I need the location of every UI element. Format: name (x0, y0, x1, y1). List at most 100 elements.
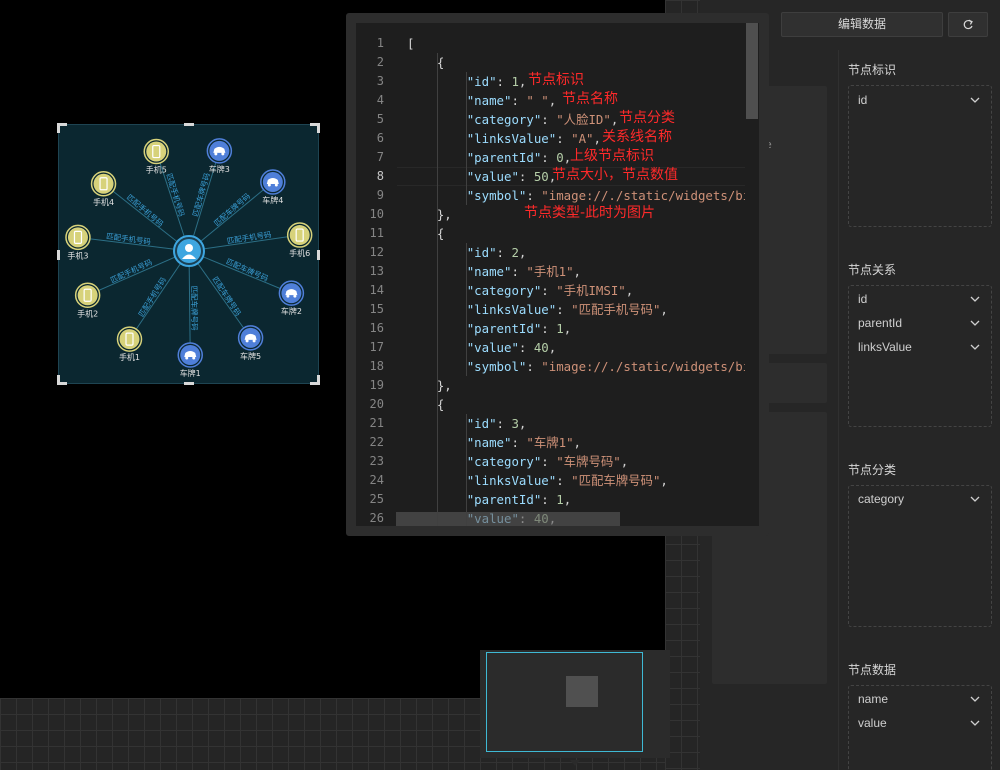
code-line: { (407, 397, 445, 412)
graph-link-label: 匹配车牌号码 (212, 190, 253, 228)
car-wheel (245, 339, 249, 343)
line-number-gutter: 1 2 3 4 5 6 7 8 9 10 11 12 13 14 15 16 17 18 19 20 21 22 23 24 2… (356, 23, 396, 526)
phone-node-fill (119, 329, 140, 350)
field-chip-linksvalue[interactable]: linksValue (849, 335, 991, 359)
code-line: "name": "车牌1", (466, 435, 582, 450)
code-line: "category": "手机IMSI", (466, 283, 634, 298)
section-label-node-id: 节点标识 (848, 63, 897, 77)
code-line: { (407, 55, 445, 70)
indent-guide (466, 243, 467, 376)
field-chip-name[interactable]: name (849, 687, 991, 711)
code-line: "parentId": 1, (466, 321, 572, 336)
line-number: 15 (369, 302, 384, 316)
minimap-pointer (570, 760, 580, 766)
annotation-label: 节点大小，节点数值 (552, 167, 678, 183)
code-line: "value": 40, (466, 340, 557, 355)
relation-graph: 匹配手机号码 匹配车牌号码 匹配车牌号码匹配手机号码匹配车牌号码匹配车牌号码匹配车牌… (65, 138, 313, 378)
graph-link-label: 匹配手机号码 (136, 275, 169, 319)
line-number: 7 (376, 150, 384, 164)
edit-data-button[interactable]: 编辑数据 (781, 12, 943, 37)
vertical-scrollbar[interactable] (745, 23, 759, 526)
line-number: 3 (376, 74, 384, 88)
line-number: 1 (376, 36, 384, 50)
graph-node-label: 手机1 (119, 352, 140, 362)
car-wheel (286, 294, 290, 298)
line-number: 13 (369, 264, 384, 278)
resize-handle-top-left[interactable] (57, 123, 67, 133)
resize-handle-left[interactable] (57, 250, 60, 260)
minimap-widget-thumb (566, 676, 598, 707)
car-wheel (185, 356, 189, 360)
car-wheel (293, 294, 297, 298)
field-chip-id[interactable]: id (849, 88, 991, 112)
line-number: 23 (369, 454, 384, 468)
json-code-editor[interactable]: 1 2 3 4 5 6 7 8 9 10 11 12 13 14 15 16 17 18 19 20 21 22 23 24 2… (346, 13, 769, 536)
indent-guide (466, 414, 467, 526)
graph-link-label: 匹配车牌号码 (190, 171, 212, 218)
annotation-label: 关系线名称 (602, 129, 672, 145)
graph-link-label: 匹配手机号码 (109, 257, 154, 285)
graph-link-label: 匹配车牌号码 (189, 286, 200, 332)
code-line: "linksValue": "匹配车牌号码", (466, 473, 668, 488)
chevron-down-icon (969, 711, 981, 739)
indent-guide (437, 53, 438, 526)
line-number: 16 (369, 321, 384, 335)
code-line: }, (407, 378, 452, 393)
line-number: 2 (376, 55, 384, 69)
field-chip-value[interactable]: value (849, 711, 991, 735)
node-data-dropzone[interactable]: name value (848, 685, 992, 770)
phone-node-fill (67, 227, 88, 248)
line-number: 19 (369, 378, 384, 392)
chevron-down-icon (969, 487, 981, 515)
annotation-label: 节点分类 (619, 110, 675, 126)
section-label-node-category: 节点分类 (848, 463, 897, 477)
refresh-button[interactable] (948, 12, 988, 37)
line-number: 18 (369, 359, 384, 373)
minimap-viewport[interactable] (486, 652, 643, 752)
car-wheel (221, 152, 225, 156)
section-label-node-data: 节点数据 (848, 663, 897, 677)
phone-node-fill (289, 225, 310, 246)
code-line: "name": " ", (466, 93, 557, 108)
code-line: "value": 50, (466, 169, 557, 184)
code-line: "parentId": 0, (466, 150, 572, 165)
graph-link-label: 匹配车牌号码 (211, 274, 244, 318)
line-number: 12 (369, 245, 384, 259)
relation-graph-widget[interactable]: 匹配手机号码 匹配车牌号码 匹配车牌号码 匹配手机号码 匹配车牌号码 匹配车牌号码 匹配车牌… (57, 123, 320, 385)
line-number: 22 (369, 435, 384, 449)
node-id-dropzone[interactable]: id (848, 85, 992, 227)
resize-handle-bottom[interactable] (184, 382, 194, 385)
code-line: [ (407, 36, 415, 51)
field-chip-parentid[interactable]: parentId (849, 311, 991, 335)
resize-handle-bottom-right[interactable] (310, 375, 320, 385)
resize-handle-bottom-left[interactable] (57, 375, 67, 385)
graph-node-label: 手机2 (77, 308, 98, 318)
field-chip-category[interactable]: category (849, 487, 991, 511)
graph-node-label: 手机6 (289, 248, 310, 258)
graph-node-label: 车牌4 (262, 195, 283, 205)
person-icon (185, 244, 193, 252)
phone-node-fill (146, 141, 167, 162)
vertical-scrollbar-thumb[interactable] (746, 23, 758, 119)
line-number: 17 (369, 340, 384, 354)
code-line: }, (407, 207, 452, 222)
resize-handle-top-right[interactable] (310, 123, 320, 133)
graph-node-label: 车牌1 (180, 368, 201, 378)
graph-link-label: 匹配手机号码 (106, 231, 152, 247)
node-relation-dropzone[interactable]: id parentId linksValue (848, 285, 992, 427)
code-line: "linksValue": "匹配手机号码", (466, 302, 668, 317)
node-category-dropzone[interactable]: category (848, 485, 992, 627)
line-number: 10 (369, 207, 384, 221)
field-chip-id[interactable]: id (849, 287, 991, 311)
section-label-node-relation: 节点关系 (848, 263, 897, 277)
resize-handle-right[interactable] (317, 250, 320, 260)
car-wheel (192, 356, 196, 360)
code-line: "category": "车牌号码", (466, 454, 629, 469)
graph-link-label: 匹配手机号码 (226, 229, 272, 246)
line-number: 14 (369, 283, 384, 297)
phone-node-fill (93, 173, 114, 194)
graph-node-label: 车牌2 (281, 306, 302, 316)
resize-handle-top[interactable] (184, 123, 194, 126)
horizontal-scrollbar-thumb[interactable] (396, 512, 620, 526)
car-wheel (252, 339, 256, 343)
